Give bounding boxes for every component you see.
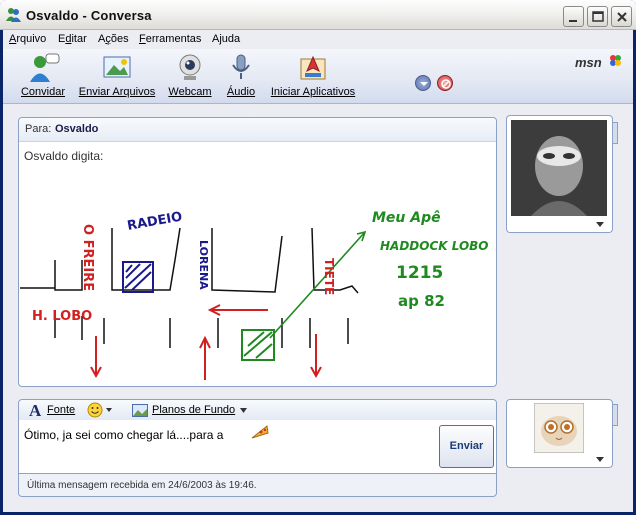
menu-ajuda[interactable]: Ajuda (212, 33, 240, 45)
chevron-down-icon[interactable] (240, 408, 248, 414)
to-label: Para: (25, 123, 52, 135)
minimize-icon (569, 20, 577, 22)
more-options-button[interactable] (415, 75, 431, 91)
typing-status: Osvaldo digita: (24, 149, 104, 163)
maximize-button[interactable] (587, 6, 608, 27)
minimize-button[interactable] (563, 6, 584, 27)
conversation-panel: Para: Osvaldo Osvaldo digita: O FREIRE H… (18, 117, 497, 387)
block-button[interactable] (437, 75, 453, 91)
title-bar[interactable]: Osvaldo - Conversa (0, 0, 636, 30)
invite-icon (30, 53, 60, 82)
conversation-window: Osvaldo - Conversa Arquivo Editar Ações … (0, 0, 636, 515)
audio-label: Áudio (226, 86, 256, 98)
window-client: Arquivo Editar Ações Ferramentas Ajuda C… (3, 30, 633, 512)
pizza-icon (251, 425, 269, 439)
street-label-o-freire: O FREIRE (80, 224, 95, 291)
close-icon (617, 12, 627, 22)
webcam-icon (179, 54, 201, 80)
webcam-label: Webcam (168, 86, 212, 98)
note-number: 1215 (396, 263, 443, 283)
message-input[interactable]: Ótimo, ja sei como chegar lá....para a (24, 428, 223, 442)
note-haddock-lobo: HADDOCK LOBO (380, 239, 489, 253)
contact-display-picture-panel (506, 115, 613, 233)
font-button[interactable]: Fonte (47, 404, 75, 416)
webcam-button[interactable]: Webcam (166, 53, 214, 98)
background-button[interactable]: Planos de Fundo (152, 404, 235, 416)
own-avatar[interactable] (534, 403, 584, 453)
close-button[interactable] (611, 6, 632, 27)
invite-label: Convidar (20, 86, 66, 98)
menu-bar: Arquivo Editar Ações Ferramentas Ajuda (3, 30, 633, 49)
send-files-button[interactable]: Enviar Arquivos (77, 53, 157, 98)
street-label-lorena: LORENA (197, 240, 210, 290)
to-contact-name: Osvaldo (55, 123, 99, 135)
note-apartment: ap 82 (398, 292, 445, 310)
to-bar: Para: Osvaldo (19, 118, 496, 142)
menu-acoes[interactable]: Ações (98, 33, 129, 45)
street-label-h-lobo: H. LOBO (32, 309, 92, 324)
street-label-radeio: RADEIO (126, 210, 183, 234)
collapse-sidebar-handle[interactable] (612, 122, 618, 144)
msn-brand-text: msn (575, 55, 602, 70)
window-title: Osvaldo - Conversa (26, 8, 152, 23)
menu-editar[interactable]: Editar (58, 33, 87, 45)
audio-button[interactable]: Áudio (223, 53, 259, 98)
maximize-icon (592, 11, 604, 22)
launch-apps-icon (300, 55, 326, 80)
contact-avatar (511, 120, 607, 216)
formatting-toolbar: A Fonte Planos de Fundo (18, 399, 497, 421)
background-icon (132, 404, 148, 417)
send-button[interactable]: Enviar (439, 425, 494, 468)
status-bar: Última mensagem recebida em 24/6/2003 às… (18, 473, 497, 497)
street-label-tiete: TIETE (322, 258, 336, 295)
send-files-icon (103, 56, 131, 78)
font-icon: A (29, 401, 42, 420)
msn-buddy-icon (6, 8, 21, 22)
launch-apps-button[interactable]: Iniciar Aplicativos (268, 53, 358, 98)
own-display-picture-panel (506, 399, 613, 468)
menu-arquivo[interactable]: Arquivo (9, 33, 46, 45)
audio-icon (232, 54, 250, 79)
launch-apps-label: Iniciar Aplicativos (270, 86, 356, 98)
chevron-down-icon (420, 82, 428, 86)
last-message-status: Última mensagem recebida em 24/6/2003 às… (27, 480, 257, 491)
msn-logo-icon: msn (575, 55, 621, 70)
message-input-area[interactable]: Ótimo, ja sei como chegar lá....para a E… (18, 420, 497, 473)
toolbar: Convidar Enviar Arquivos Webcam Áudio In… (3, 49, 633, 104)
smiley-icon[interactable] (87, 402, 115, 418)
send-files-label: Enviar Arquivos (78, 86, 156, 98)
block-icon (441, 79, 451, 89)
invite-button[interactable]: Convidar (18, 53, 68, 98)
collapse-display-picture-handle[interactable] (612, 404, 618, 426)
menu-ferramentas[interactable]: Ferramentas (139, 33, 201, 45)
chevron-down-icon[interactable] (596, 457, 606, 463)
chevron-down-icon[interactable] (596, 222, 606, 228)
ink-drawing-map: O FREIRE H. LOBO TIETE RADEIO LORENA Meu… (20, 210, 489, 380)
note-meu-ape: Meu Apê (372, 210, 441, 226)
